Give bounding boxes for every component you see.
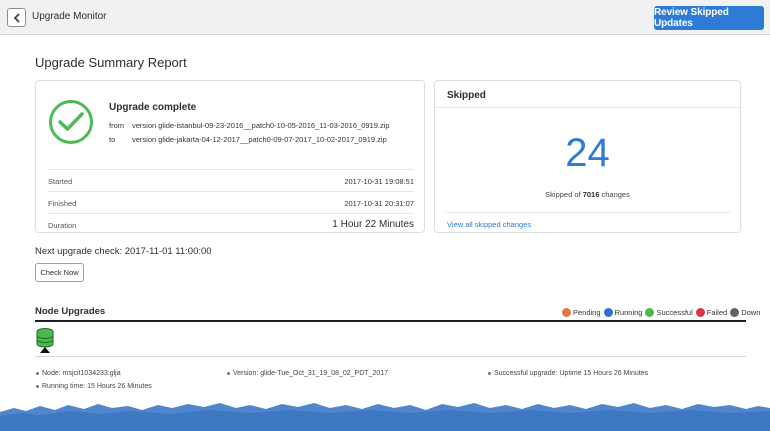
node-version-text: Version: glide-Tue_Oct_31_19_08_02_PDT_2… bbox=[233, 370, 389, 377]
node-section-rule bbox=[35, 320, 746, 322]
torn-edge bbox=[0, 403, 770, 431]
node-successful-upgrade: Successful upgrade: Uptime 15 Hours 26 M… bbox=[488, 370, 648, 377]
legend-down: Down bbox=[730, 307, 761, 317]
stat-row-finished: Finished 2017-10-31 20:31:07 bbox=[48, 191, 414, 213]
to-label: to bbox=[109, 135, 116, 144]
skipped-header: Skipped bbox=[435, 81, 740, 108]
upgrade-status-title: Upgrade complete bbox=[109, 102, 197, 113]
report-title: Upgrade Summary Report bbox=[35, 55, 187, 70]
check-now-button[interactable]: Check Now bbox=[35, 263, 84, 282]
legend-label: Down bbox=[741, 307, 761, 317]
from-version: version glide-istanbul-09-23-2016__patch… bbox=[132, 121, 390, 130]
to-version: version glide-jakarta-04-12-2017__patch0… bbox=[132, 135, 387, 144]
failed-dot-icon bbox=[695, 307, 705, 317]
node-version: Version: glide-Tue_Oct_31_19_08_02_PDT_2… bbox=[227, 370, 388, 377]
node-name: Node: msjcit1034233:glja bbox=[36, 370, 121, 377]
skipped-prefix: Skipped of bbox=[545, 190, 581, 199]
divider bbox=[445, 212, 730, 213]
legend-pending: Pending bbox=[562, 307, 601, 317]
database-node-icon[interactable] bbox=[36, 328, 54, 354]
top-bar: Upgrade Monitor Review Skipped Updates bbox=[0, 0, 770, 35]
stat-label: Duration bbox=[48, 221, 77, 230]
review-skipped-updates-button[interactable]: Review Skipped Updates bbox=[654, 6, 764, 30]
legend-label: Successful bbox=[656, 307, 693, 317]
skipped-suffix: changes bbox=[601, 190, 630, 199]
chevron-left-icon bbox=[13, 12, 20, 23]
pending-dot-icon bbox=[562, 307, 571, 317]
legend-running: Running bbox=[603, 307, 643, 317]
page-title: Upgrade Monitor bbox=[32, 11, 107, 22]
legend-successful: Successful bbox=[645, 307, 693, 317]
stat-value: 2017-10-31 20:31:07 bbox=[344, 199, 414, 208]
check-circle-icon bbox=[49, 100, 93, 144]
node-successful-text: Successful upgrade: Uptime 15 Hours 26 M… bbox=[494, 370, 649, 377]
node-divider bbox=[35, 356, 746, 357]
node-name-text: Node: msjcit1034233:glja bbox=[42, 370, 121, 377]
legend-label: Running bbox=[614, 307, 643, 317]
stat-label: Finished bbox=[48, 199, 77, 208]
node-running-time: Running time: 15 Hours 26 Minutes bbox=[36, 383, 152, 390]
from-label: from bbox=[109, 121, 124, 130]
view-skipped-changes-link[interactable]: View all skipped changes bbox=[447, 220, 531, 229]
skipped-title: Skipped bbox=[447, 90, 486, 101]
to-version-row: to version glide-jakarta-04-12-2017__patc… bbox=[109, 135, 387, 144]
node-running-text: Running time: 15 Hours 26 Minutes bbox=[42, 383, 152, 390]
legend-label: Pending bbox=[573, 307, 601, 317]
skipped-card: Skipped 24 Skipped of 7016 changes View … bbox=[434, 80, 741, 233]
stat-value: 2017-10-31 19:08:51 bbox=[344, 177, 414, 186]
down-dot-icon bbox=[730, 307, 740, 317]
skipped-total: 7016 bbox=[582, 190, 600, 199]
legend-label: Failed bbox=[706, 307, 728, 317]
stat-row-started: Started 2017-10-31 19:08:51 bbox=[48, 169, 414, 191]
stat-value: 1 Hour 22 Minutes bbox=[332, 219, 414, 230]
skipped-count: 24 bbox=[565, 131, 610, 175]
upgrade-summary-card: Upgrade complete from version glide-istan… bbox=[35, 80, 425, 233]
successful-dot-icon bbox=[645, 307, 655, 317]
next-upgrade-check: Next upgrade check: 2017-11-01 11:00:00 bbox=[35, 246, 212, 257]
running-dot-icon bbox=[603, 307, 613, 317]
stat-row-duration: Duration 1 Hour 22 Minutes bbox=[48, 213, 414, 235]
back-button[interactable] bbox=[7, 8, 26, 27]
legend-failed: Failed bbox=[695, 307, 728, 317]
status-legend: Pending Running Successful Failed Down bbox=[562, 306, 763, 318]
skipped-summary: Skipped of 7016 changes bbox=[435, 190, 740, 199]
node-upgrades-title: Node Upgrades bbox=[35, 306, 106, 317]
stat-label: Started bbox=[48, 177, 73, 186]
from-version-row: from version glide-istanbul-09-23-2016__p… bbox=[109, 121, 390, 130]
